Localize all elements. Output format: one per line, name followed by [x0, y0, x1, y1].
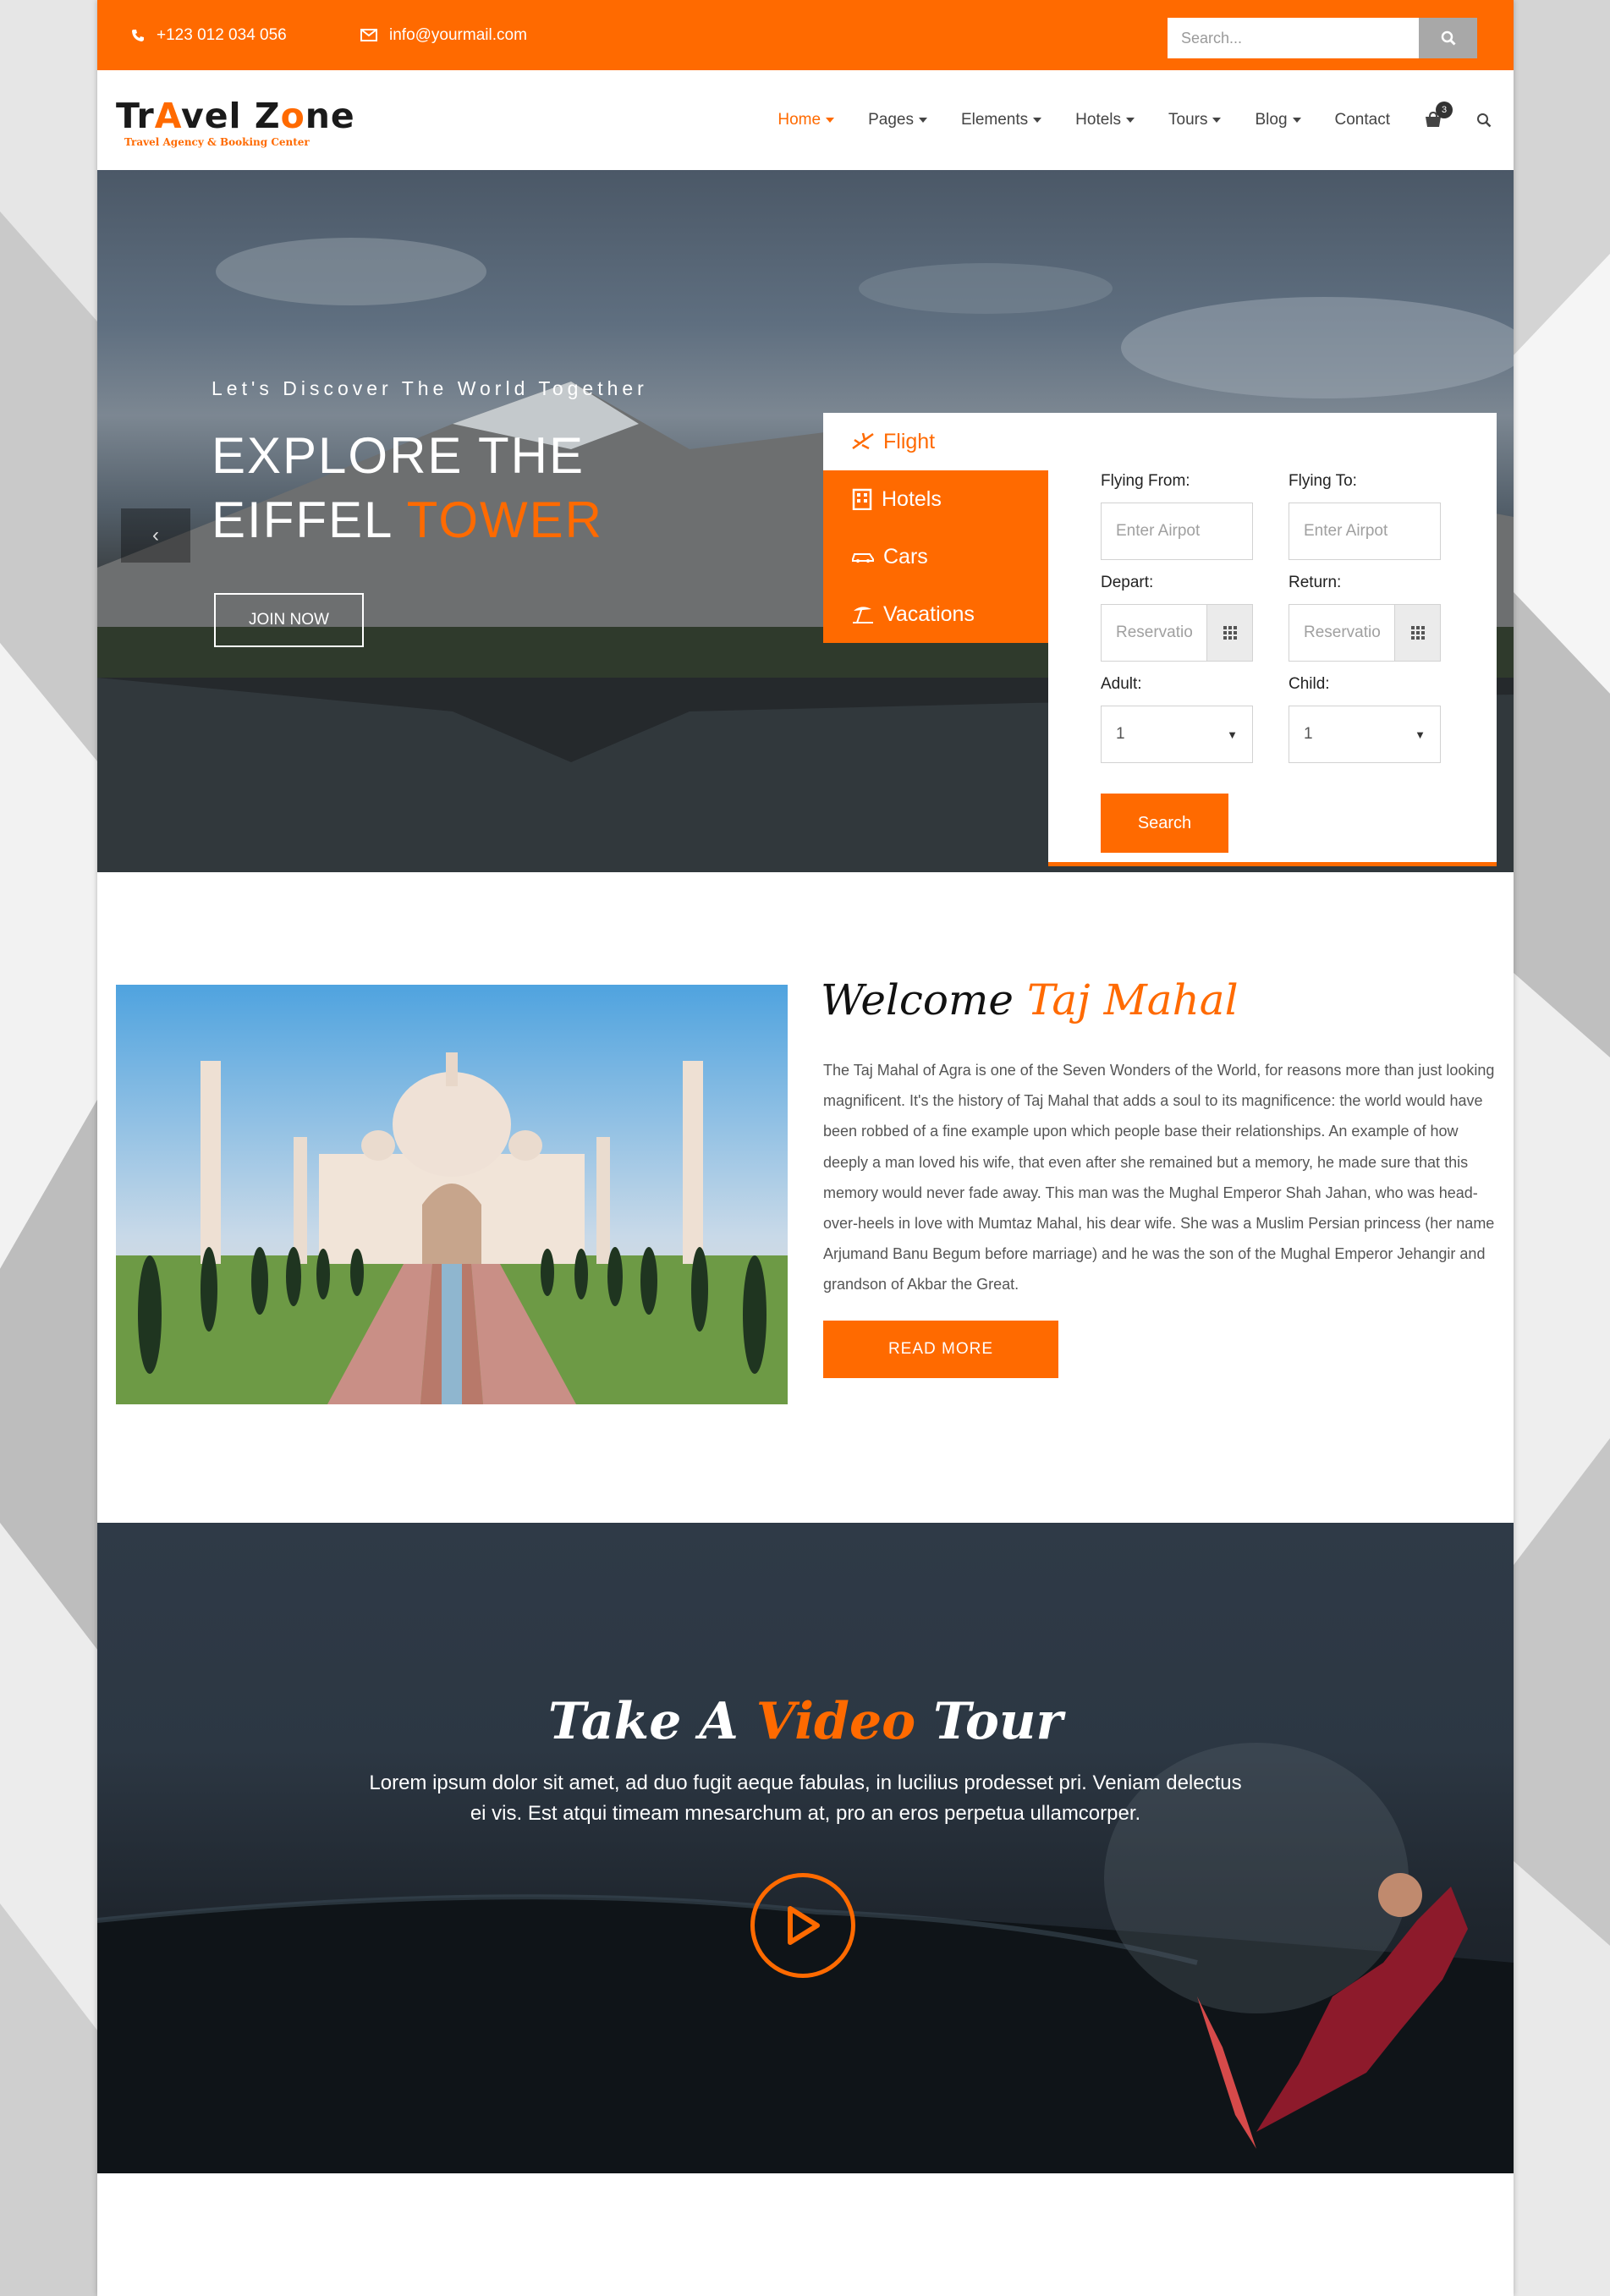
video-tour-section: Take A Video Tour Lorem ipsum dolor sit … [97, 1523, 1514, 2173]
search-icon [1441, 30, 1456, 46]
nav-item-hotels[interactable]: Hotels [1075, 111, 1135, 129]
adult-select[interactable]: 1 ▼ [1101, 706, 1253, 763]
taj-mahal-image [116, 985, 788, 1404]
depart-date-input[interactable] [1101, 604, 1206, 662]
nav-item-tours[interactable]: Tours [1168, 111, 1222, 129]
phone-number: +123 012 034 056 [157, 25, 287, 44]
caret-down-icon [918, 118, 927, 123]
hotel-icon [852, 488, 872, 510]
welcome-section: Welcome Taj Mahal The Taj Mahal of Agra … [97, 872, 1514, 1523]
dropdown-arrow-icon: ▼ [1415, 728, 1426, 741]
nav-item-blog[interactable]: Blog [1255, 111, 1301, 129]
read-more-button[interactable]: READ MORE [823, 1321, 1058, 1378]
nav-item-pages[interactable]: Pages [868, 111, 927, 129]
caret-down-icon [1212, 118, 1222, 123]
main-navbar: TrAvel Zone Travel Agency & Booking Cent… [97, 70, 1514, 170]
flying-to-label: Flying To: [1289, 472, 1357, 490]
child-label: Child: [1289, 675, 1330, 693]
cart-button[interactable]: 3 [1424, 102, 1453, 129]
email-address: info@yourmail.com [389, 25, 527, 44]
hero-subtitle: Let's Discover The World Together [212, 377, 648, 399]
nav-menu: Home Pages Elements Hotels Tours Blog Co… [744, 70, 1492, 170]
depart-calendar-button[interactable] [1206, 604, 1253, 662]
caret-down-icon [826, 118, 835, 123]
depart-label: Depart: [1101, 574, 1154, 591]
search-button[interactable] [1419, 18, 1477, 58]
dropdown-arrow-icon: ▼ [1227, 728, 1238, 741]
phone-icon [132, 29, 144, 41]
page-container: +123 012 034 056 info@yourmail.com TrAve… [97, 0, 1514, 2296]
return-date-input[interactable] [1289, 604, 1394, 662]
return-calendar-button[interactable] [1394, 604, 1441, 662]
phone-info[interactable]: +123 012 034 056 [131, 0, 287, 70]
caret-down-icon [1033, 118, 1042, 123]
tab-hotels[interactable]: Hotels [823, 470, 1048, 528]
chevron-left-icon: ‹ [152, 524, 159, 547]
logo-tagline: Travel Agency & Booking Center [124, 136, 310, 148]
tab-vacations[interactable]: Vacations [823, 585, 1048, 643]
nav-item-elements[interactable]: Elements [961, 111, 1042, 129]
nav-search-button[interactable] [1476, 113, 1492, 128]
slider-prev-arrow[interactable]: ‹ [121, 508, 190, 563]
video-play-button[interactable] [750, 1873, 855, 1978]
child-field: Child: 1 ▼ [1289, 675, 1441, 763]
tab-flight[interactable]: Flight [823, 413, 1048, 470]
top-search [1168, 18, 1477, 58]
caret-down-icon [1126, 118, 1135, 123]
search-icon [1477, 113, 1492, 128]
welcome-title: Welcome Taj Mahal [821, 975, 1239, 1024]
welcome-paragraph: The Taj Mahal of Agra is one of the Seve… [823, 1062, 1495, 1294]
cart-count-badge: 3 [1436, 102, 1453, 118]
calendar-grid-icon [1410, 626, 1425, 640]
top-bar: +123 012 034 056 info@yourmail.com [97, 0, 1514, 70]
flying-to-field: Flying To: [1289, 472, 1441, 560]
adult-field: Adult: 1 ▼ [1101, 675, 1253, 763]
search-input[interactable] [1168, 18, 1419, 58]
hero-title: EXPLORE THE EIFFEL TOWER [212, 427, 603, 548]
child-select[interactable]: 1 ▼ [1289, 706, 1441, 763]
video-description: Lorem ipsum dolor sit amet, ad duo fugit… [369, 1771, 1242, 1825]
depart-field: Depart: [1101, 574, 1253, 662]
flight-search-button[interactable]: Search [1101, 794, 1228, 853]
caret-down-icon [1292, 118, 1301, 123]
return-label: Return: [1289, 574, 1342, 591]
surfer-background-image [97, 1743, 1514, 2173]
site-logo[interactable]: TrAvel Zone Travel Agency & Booking Cent… [116, 96, 355, 148]
plane-icon [852, 432, 874, 450]
tab-cars[interactable]: Cars [823, 528, 1048, 585]
beach-icon [853, 607, 873, 623]
nav-item-contact[interactable]: Contact [1335, 111, 1390, 129]
flying-to-input[interactable] [1289, 503, 1441, 560]
hero-slider: Let's Discover The World Together EXPLOR… [97, 170, 1514, 872]
booking-tabs: Flight Hotels Cars Vacations [823, 413, 1048, 643]
return-field: Return: [1289, 574, 1441, 662]
email-info[interactable]: info@yourmail.com [360, 0, 527, 70]
flying-from-field: Flying From: [1101, 472, 1253, 560]
nav-item-home[interactable]: Home [778, 111, 835, 129]
envelope-icon [360, 29, 377, 41]
flying-from-label: Flying From: [1101, 472, 1190, 490]
join-now-button[interactable]: JOIN NOW [214, 593, 364, 647]
car-icon [852, 553, 874, 563]
play-icon [788, 1906, 820, 1945]
calendar-grid-icon [1223, 626, 1237, 640]
flight-booking-form: Flying From: Flying To: Depart: Return: [1048, 413, 1497, 866]
logo-wordmark: TrAvel Zone [116, 96, 355, 136]
video-title: Take A Video Tour [547, 1692, 1063, 1751]
adult-label: Adult: [1101, 675, 1142, 693]
flying-from-input[interactable] [1101, 503, 1253, 560]
